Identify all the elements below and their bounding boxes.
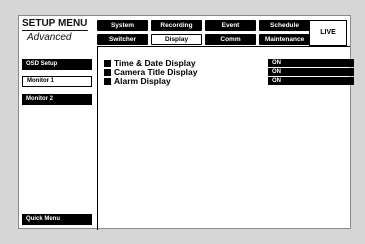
bullet-square-icon <box>104 60 111 67</box>
setting-row-alarm: Alarm Display ON <box>103 76 354 86</box>
bullet-square-icon <box>104 78 111 85</box>
tab-event[interactable]: Event <box>205 20 256 31</box>
tab-display[interactable]: Display <box>151 34 202 45</box>
setup-menu-title: SETUP MENU <box>22 18 89 31</box>
menu-title-block: SETUP MENU Advanced <box>21 18 101 54</box>
sidebar: OSD Setup Monitor 1 Monitor 2 Quick Menu <box>22 56 94 226</box>
setting-value-dropdown[interactable]: ON <box>268 59 354 67</box>
tab-bar: System Recording Event Schedule Switcher… <box>97 20 310 56</box>
setup-screen: SETUP MENU Advanced System Recording Eve… <box>18 15 354 230</box>
sidebar-item-osd-setup[interactable]: OSD Setup <box>22 59 92 70</box>
sidebar-item-monitor-2[interactable]: Monitor 2 <box>22 94 92 105</box>
live-button[interactable]: LIVE <box>309 20 347 46</box>
content-divider-horizontal <box>97 46 350 47</box>
setting-value-dropdown[interactable]: ON <box>268 68 354 76</box>
bullet-square-icon <box>104 69 111 76</box>
quick-menu-button[interactable]: Quick Menu <box>22 214 92 225</box>
sidebar-item-monitor-1[interactable]: Monitor 1 <box>22 76 92 87</box>
tab-comm[interactable]: Comm <box>205 34 256 45</box>
advanced-subtitle: Advanced <box>27 32 72 43</box>
tab-maintenance[interactable]: Maintenance <box>259 34 310 45</box>
tab-recording[interactable]: Recording <box>151 20 202 31</box>
setting-value-dropdown[interactable]: ON <box>268 77 354 85</box>
content-divider-vertical <box>97 46 98 230</box>
tab-switcher[interactable]: Switcher <box>97 34 148 45</box>
setting-label: Alarm Display <box>114 76 171 86</box>
tab-system[interactable]: System <box>97 20 148 31</box>
tab-schedule[interactable]: Schedule <box>259 20 310 31</box>
